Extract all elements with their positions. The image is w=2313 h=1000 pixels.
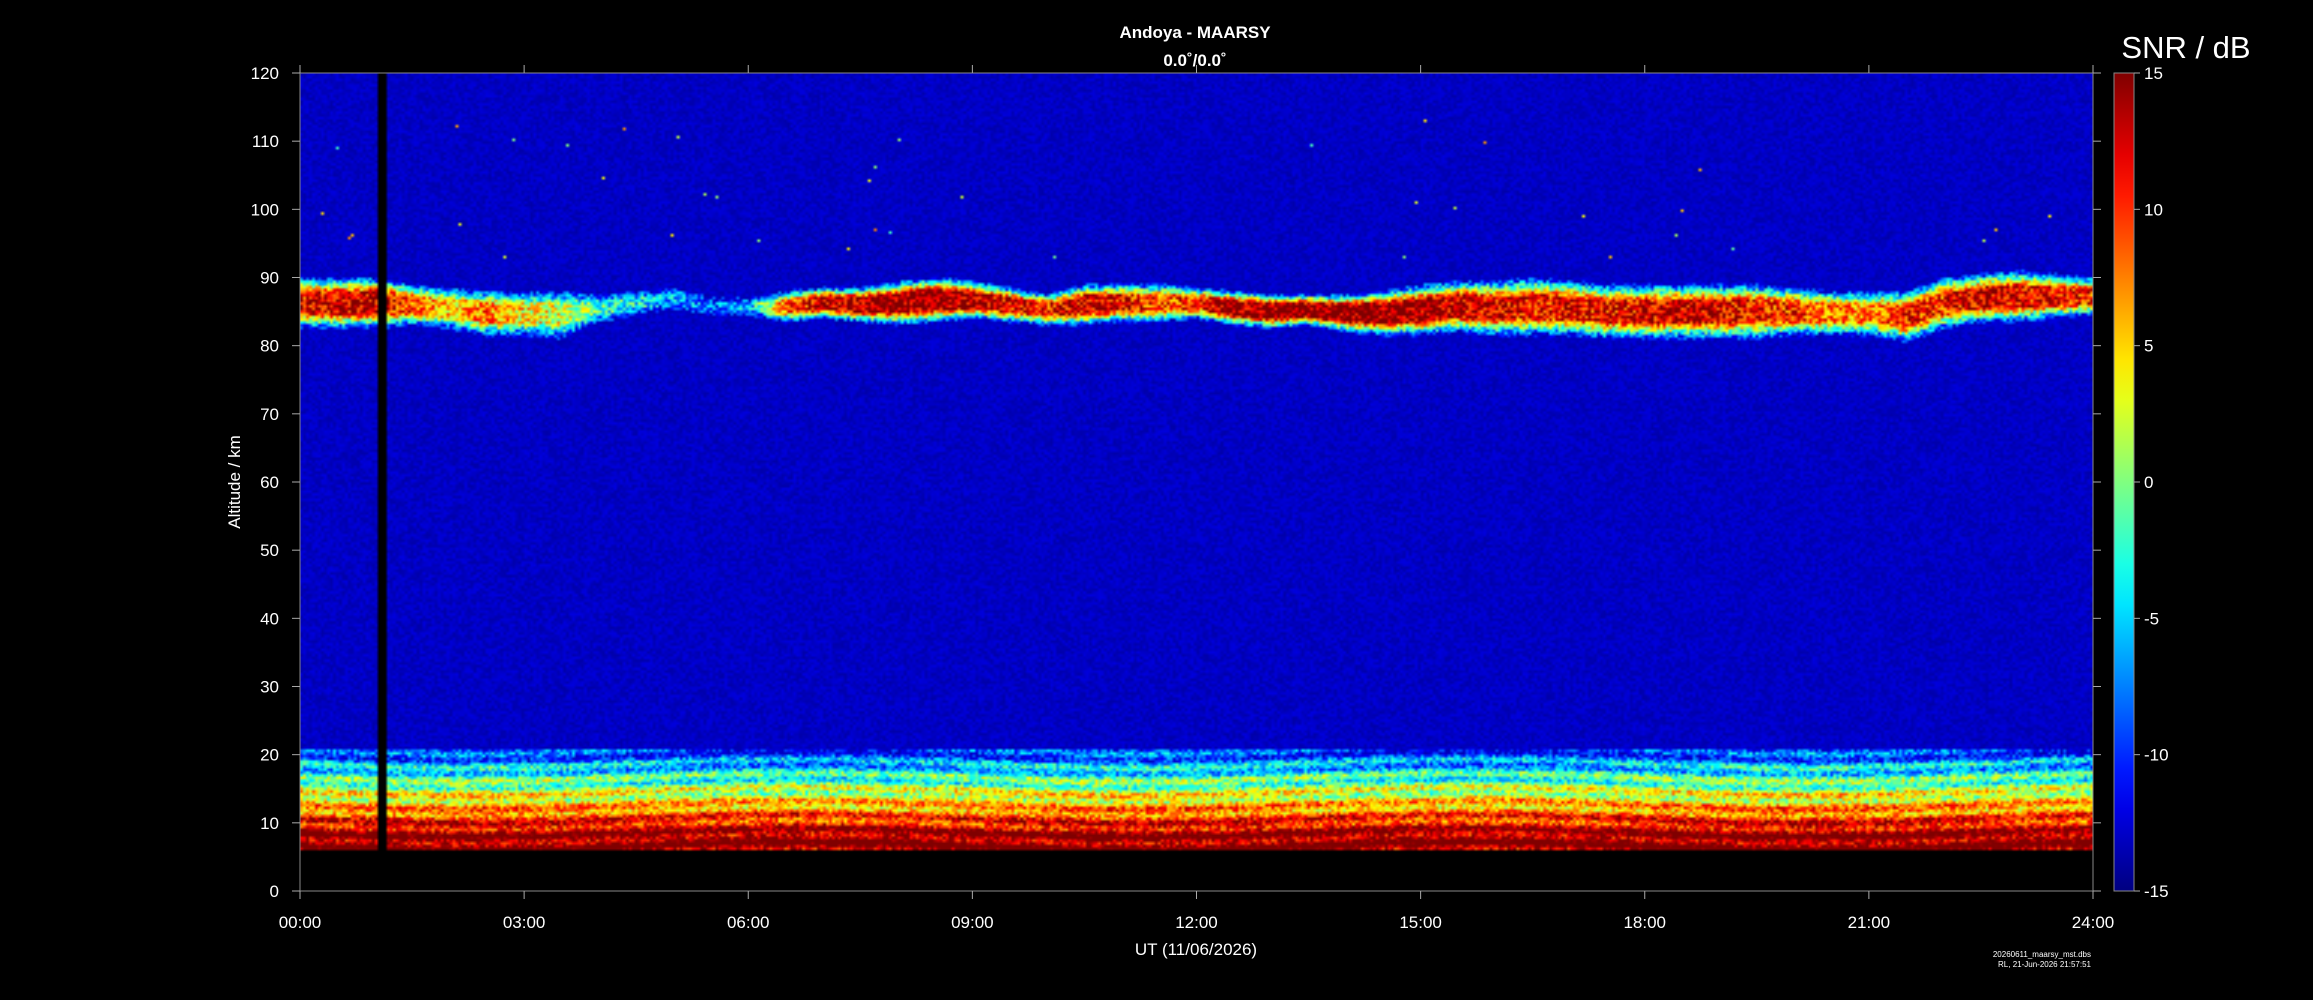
colorbar-tick-label: -10	[2144, 746, 2169, 765]
y-tick-label: 0	[270, 882, 279, 901]
x-tick-label: 21:00	[1848, 913, 1891, 932]
chart-subtitle: 0.0˚/0.0˚	[1163, 51, 1226, 70]
x-tick-label: 12:00	[1175, 913, 1218, 932]
y-tick-label: 50	[260, 541, 279, 560]
y-tick-label: 30	[260, 678, 279, 697]
colorbar-tick-label: -15	[2144, 882, 2169, 901]
footer-stamp: RL, 21-Jun-2026 21:57:51	[1998, 960, 2092, 969]
y-tick-label: 20	[260, 746, 279, 765]
x-tick-label: 00:00	[279, 913, 322, 932]
snr-heatmap	[300, 73, 2093, 891]
colorbar-tick-label: 5	[2144, 337, 2153, 356]
y-tick-label: 90	[260, 269, 279, 288]
y-tick-label: 70	[260, 405, 279, 424]
y-tick-label: 110	[252, 132, 279, 151]
x-tick-label: 24:00	[2072, 913, 2115, 932]
colorbar-tick-label: -5	[2144, 609, 2159, 628]
y-tick-label: 120	[251, 64, 279, 83]
chart-title: Andoya - MAARSY	[1119, 23, 1271, 42]
y-tick-label: 40	[260, 609, 279, 628]
x-tick-label: 09:00	[951, 913, 994, 932]
colorbar-gradient	[2114, 73, 2134, 891]
colorbar-tick-label: 15	[2144, 64, 2163, 83]
y-tick-label: 80	[260, 337, 279, 356]
y-axis-label: Altitude / km	[225, 435, 244, 529]
plot-area	[299, 72, 2094, 892]
y-tick-label: 10	[260, 814, 279, 833]
radar-figure: Andoya - MAARSY 0.0˚/0.0˚ 00:00 03:00 06:0…	[0, 0, 2313, 1000]
x-tick-label: 18:00	[1623, 913, 1666, 932]
y-tick-label: 60	[260, 473, 279, 492]
x-axis-label: UT (11/06/2026)	[1135, 940, 1257, 959]
x-tick-label: 15:00	[1399, 913, 1442, 932]
colorbar-label: SNR / dB	[2121, 30, 2250, 65]
y-tick-label: 100	[251, 200, 279, 219]
x-tick-label: 06:00	[727, 913, 770, 932]
x-tick-label: 03:00	[503, 913, 546, 932]
colorbar-tick-label: 0	[2144, 473, 2153, 492]
footer-file-name: 20260611_maarsy_mst.dbs	[1993, 950, 2091, 959]
colorbar-tick-label: 10	[2144, 200, 2163, 219]
